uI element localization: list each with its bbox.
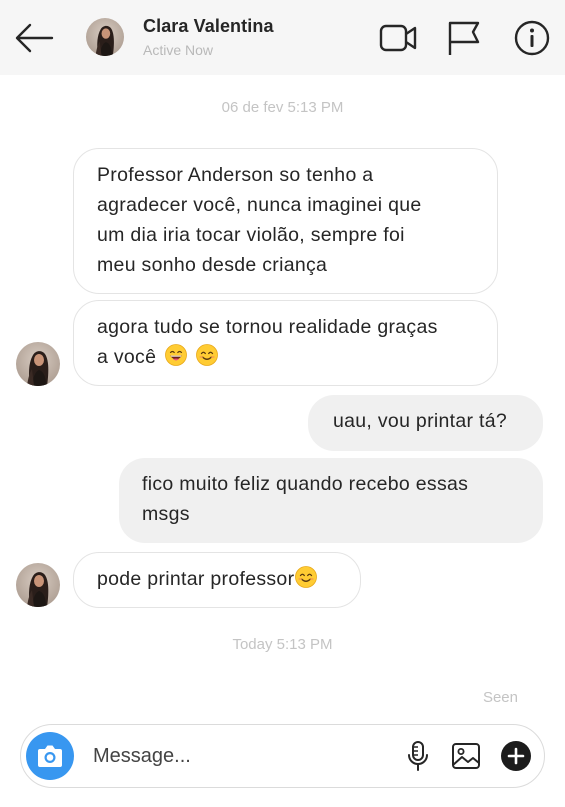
incoming-message[interactable]: pode printar professor [73, 552, 361, 608]
message-line: agradecer você, nunca imaginei que [97, 194, 422, 216]
smiling-face-emoji-icon [196, 344, 218, 366]
camera-button[interactable] [26, 732, 74, 780]
back-arrow-icon [15, 23, 54, 53]
incoming-message[interactable]: agora tudo se tornou realidade graças a … [73, 300, 498, 386]
back-button[interactable] [12, 20, 56, 56]
contact-avatar[interactable] [86, 18, 124, 56]
message-line: a você [97, 342, 497, 372]
message-line: msgs [142, 503, 190, 525]
message-timestamp: 06 de fev 5:13 PM [221, 99, 344, 116]
message-text: pode printar professor [97, 568, 295, 590]
microphone-icon [408, 741, 428, 771]
more-options-button[interactable] [499, 739, 533, 773]
message-input[interactable] [93, 739, 383, 773]
outgoing-message[interactable]: fico muito feliz quando recebo essas msg… [119, 458, 543, 543]
contact-status: Active Now [143, 42, 214, 58]
message-composer [20, 724, 545, 788]
message-text: a você [97, 346, 157, 368]
plus-icon [501, 741, 531, 771]
sender-avatar[interactable] [16, 342, 60, 386]
report-button[interactable] [444, 18, 484, 58]
chat-header: Clara Valentina Active Now [0, 0, 565, 75]
message-line: Professor Anderson so tenho a [97, 164, 374, 186]
message-line: fico muito feliz quando recebo essas [142, 473, 469, 495]
message-line: agora tudo se tornou realidade graças [97, 316, 438, 338]
gallery-button[interactable] [449, 739, 483, 773]
voice-message-button[interactable] [401, 739, 435, 773]
seen-indicator: Seen [482, 689, 518, 706]
info-icon [514, 20, 550, 56]
info-button[interactable] [512, 18, 552, 58]
flag-icon [448, 21, 480, 55]
contact-name[interactable]: Clara Valentina [143, 16, 274, 37]
video-camera-icon [379, 24, 417, 52]
message-text: uau, vou printar tá? [333, 410, 508, 432]
message-line: pode printar professor [97, 564, 360, 594]
sender-avatar[interactable] [16, 563, 60, 607]
message-line: um dia iria tocar violão, sempre foi [97, 224, 405, 246]
grinning-tongue-emoji-icon [165, 344, 187, 366]
gallery-icon [452, 743, 480, 769]
incoming-message[interactable]: Professor Anderson so tenho a agradecer … [73, 148, 498, 294]
smiling-face-emoji-icon [295, 566, 317, 588]
outgoing-message[interactable]: uau, vou printar tá? [308, 395, 543, 451]
message-timestamp: Today 5:13 PM [232, 636, 333, 653]
video-call-button[interactable] [378, 18, 418, 58]
message-line: meu sonho desde criança [97, 254, 328, 276]
camera-icon [38, 745, 62, 767]
